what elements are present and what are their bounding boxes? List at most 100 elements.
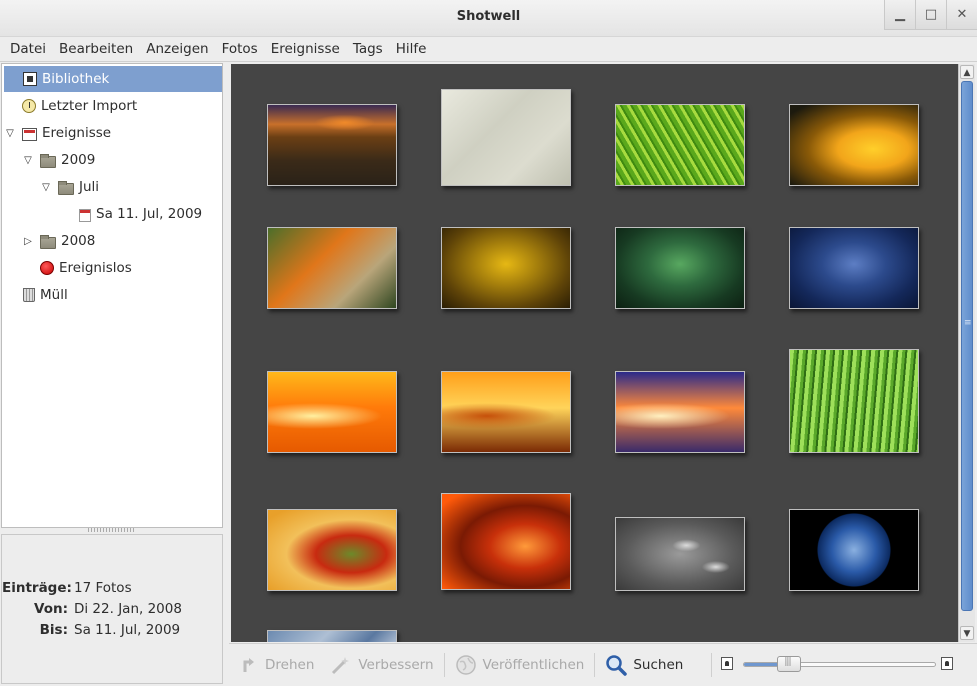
search-button[interactable]: Suchen	[597, 650, 691, 680]
toolbar-separator	[594, 652, 596, 677]
vertical-scrollbar[interactable]: ▲ ▼	[958, 64, 975, 642]
window-title: Shotwell	[456, 9, 521, 24]
photo-thumbnail-earth[interactable]	[789, 509, 919, 591]
sidebar-item-label: 2008	[61, 233, 96, 249]
menu-datei[interactable]: Datei	[4, 41, 53, 57]
calendar-icon	[79, 208, 91, 222]
photo-grid	[231, 64, 958, 642]
scroll-down-icon[interactable]: ▼	[960, 626, 974, 640]
info-pane: Einträge: 17 Fotos Von: Di 22. Jan, 2008…	[1, 534, 223, 684]
toolbar-separator	[443, 652, 445, 677]
photo-thumbnail-purple-bokeh[interactable]	[615, 371, 745, 453]
sidebar-item-label: Juli	[79, 179, 100, 195]
sidebar-item-label: Müll	[40, 287, 68, 303]
photo-thumbnail-desert-sunset[interactable]	[267, 104, 397, 186]
rotate-icon	[237, 654, 259, 676]
photo-thumbnail-orange-bokeh-2[interactable]	[441, 371, 571, 453]
sidebar-item-ereignislos[interactable]: Ereignislos	[40, 255, 132, 281]
info-key: Bis:	[39, 622, 68, 638]
expander-open-icon[interactable]: ▽	[22, 155, 34, 166]
menu-bar: Datei Bearbeiten Anzeigen Fotos Ereignis…	[0, 37, 977, 62]
no-event-icon	[40, 261, 54, 275]
photo-thumbnail-blue-vignette[interactable]	[789, 227, 919, 309]
folder-icon	[40, 234, 56, 249]
sidebar-item-label: Sa 11. Jul, 2009	[96, 206, 203, 222]
sidebar-item-label: Letzter Import	[41, 98, 138, 114]
sidebar-item-label: Ereignislos	[59, 260, 132, 276]
menu-tags[interactable]: Tags	[347, 41, 390, 57]
scrollbar-thumb[interactable]	[961, 81, 973, 611]
maximize-icon[interactable]: □	[915, 0, 946, 30]
enhance-button[interactable]: Verbessern	[322, 650, 441, 680]
sidebar-item-bibliothek[interactable]: Bibliothek	[4, 66, 222, 92]
photo-thumbnail-orange-bokeh-1[interactable]	[267, 371, 397, 453]
bottom-toolbar: Drehen Verbessern Veröffentlichen Suchen	[229, 643, 977, 685]
scroll-up-icon[interactable]: ▲	[960, 65, 974, 79]
info-value: Sa 11. Jul, 2009	[74, 622, 181, 638]
title-bar: Shotwell ▁ □ ✕	[0, 0, 977, 37]
photo-thumbnail-red-flower[interactable]	[267, 509, 397, 591]
expander-open-icon[interactable]: ▽	[40, 182, 52, 193]
sidebar-item-label: Bibliothek	[42, 71, 110, 87]
photo-thumbnail-grass[interactable]	[789, 349, 919, 453]
toolbar-separator	[711, 652, 713, 677]
photo-thumbnail-partial-sky[interactable]	[267, 630, 397, 642]
sidebar: Bibliothek Letzter Import ▽ Ereignisse ▽…	[1, 63, 223, 528]
publish-label: Veröffentlichen	[482, 656, 585, 673]
sidebar-item-2009[interactable]: ▽ 2009	[22, 147, 95, 173]
zoom-fill	[744, 663, 782, 666]
photo-thumbnail-yellow-flower[interactable]	[789, 104, 919, 186]
publish-icon	[455, 654, 477, 676]
clock-icon	[22, 99, 36, 113]
info-row-to: Bis: Sa 11. Jul, 2009	[2, 622, 224, 638]
expander-open-icon[interactable]: ▽	[4, 128, 16, 139]
info-key: Einträge:	[2, 580, 72, 596]
events-icon	[22, 127, 37, 141]
zoom-small-icon[interactable]	[721, 657, 733, 670]
search-label: Suchen	[633, 656, 684, 673]
photo-thumbnail-orange-petals[interactable]	[441, 493, 571, 590]
rotate-button[interactable]: Drehen	[229, 650, 322, 680]
sidebar-item-muell[interactable]: Müll	[23, 282, 68, 308]
info-value: Di 22. Jan, 2008	[74, 601, 182, 617]
search-icon	[605, 654, 628, 676]
zoom-handle[interactable]	[777, 656, 802, 672]
sidebar-item-event-day[interactable]: Sa 11. Jul, 2009	[79, 201, 202, 227]
menu-ereignisse[interactable]: Ereignisse	[265, 41, 347, 57]
photo-thumbnail-water-footprints[interactable]	[615, 517, 745, 591]
folder-icon	[58, 180, 74, 195]
photo-thumbnail-gold-vignette[interactable]	[441, 227, 571, 309]
menu-anzeigen[interactable]: Anzeigen	[140, 41, 215, 57]
shotwell-window: Shotwell ▁ □ ✕ Datei Bearbeiten Anzeigen…	[0, 0, 977, 686]
enhance-label: Verbessern	[358, 656, 434, 673]
photo-thumbnail-dandelion-orange[interactable]	[267, 227, 397, 309]
photo-thumbnail-sand-texture[interactable]	[441, 89, 571, 186]
info-row-from: Von: Di 22. Jan, 2008	[2, 601, 224, 617]
zoom-slider[interactable]	[721, 655, 961, 675]
info-key: Von:	[34, 601, 68, 617]
sidebar-item-label: Ereignisse	[42, 125, 112, 141]
publish-button[interactable]: Veröffentlichen	[447, 650, 593, 680]
sidebar-item-ereignisse[interactable]: ▽ Ereignisse	[4, 120, 111, 146]
info-value: 17 Fotos	[74, 580, 132, 596]
sidebar-item-letzter-import[interactable]: Letzter Import	[22, 93, 137, 119]
photo-thumbnail-green-vignette[interactable]	[615, 227, 745, 309]
expander-closed-icon[interactable]: ▷	[22, 236, 34, 247]
info-row-entries: Einträge: 17 Fotos	[2, 580, 224, 596]
rotate-label: Drehen	[265, 656, 315, 673]
enhance-icon	[330, 654, 352, 676]
menu-fotos[interactable]: Fotos	[216, 41, 265, 57]
folder-icon	[40, 153, 56, 168]
minimize-icon[interactable]: ▁	[884, 0, 915, 30]
menu-bearbeiten[interactable]: Bearbeiten	[53, 41, 140, 57]
trash-icon	[23, 288, 35, 302]
zoom-large-icon[interactable]	[941, 657, 953, 670]
sidebar-item-label: 2009	[61, 152, 96, 168]
menu-hilfe[interactable]: Hilfe	[390, 41, 434, 57]
sidebar-item-2008[interactable]: ▷ 2008	[22, 228, 95, 254]
library-icon	[23, 72, 37, 86]
pane-resize-handle[interactable]	[88, 528, 136, 532]
sidebar-item-juli[interactable]: ▽ Juli	[40, 174, 99, 200]
close-icon[interactable]: ✕	[946, 0, 977, 30]
photo-thumbnail-green-leaf[interactable]	[615, 104, 745, 186]
